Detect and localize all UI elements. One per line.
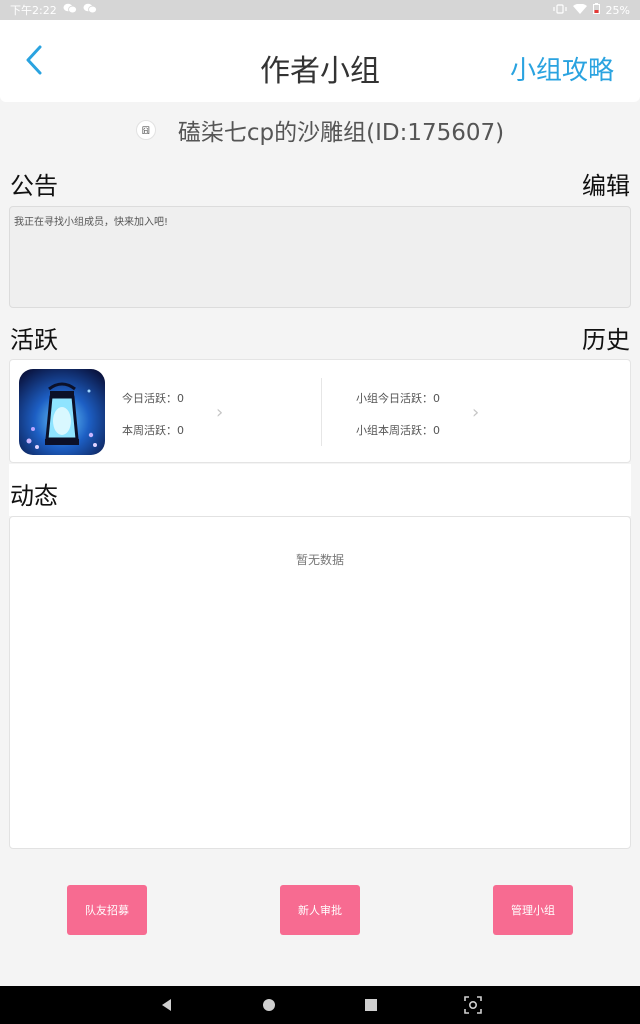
status-time: 下午2:22: [10, 4, 57, 17]
group-week-activity: 小组本周活跃：0: [356, 424, 440, 437]
today-activity: 今日活跃：0: [122, 392, 184, 405]
chevron-right-icon: ›: [216, 402, 224, 423]
battery-icon: [592, 3, 600, 17]
header: 作者小组 小组攻略: [0, 20, 640, 102]
screenshot-icon[interactable]: [463, 995, 483, 1015]
notice-box[interactable]: 我正在寻找小组成员，快来加入吧!: [9, 206, 631, 308]
status-bar: 下午2:22 25%: [0, 0, 640, 20]
recruit-button[interactable]: 队友招募: [67, 885, 147, 935]
notice-text: 我正在寻找小组成员，快来加入吧!: [14, 217, 169, 228]
group-activity[interactable]: 小组今日活跃：0 小组本周活跃：0 ›: [356, 384, 616, 444]
status-right: 25%: [552, 3, 630, 17]
wechat-icon: [63, 3, 77, 17]
group-name: 磕柒七cp的沙雕组(ID:175607): [177, 120, 505, 146]
review-button[interactable]: 新人审批: [280, 885, 360, 935]
vibrate-icon: [552, 3, 567, 17]
chevron-right-icon-2: ›: [472, 402, 480, 423]
manage-button[interactable]: 管理小组: [493, 885, 573, 935]
history-button[interactable]: 历史: [582, 320, 630, 355]
system-nav-bar: [0, 986, 640, 1024]
feed-list[interactable]: 暂无数据: [9, 516, 631, 849]
group-today-activity: 小组今日活跃：0: [356, 392, 440, 405]
wechat-icon-2: [83, 3, 97, 17]
nav-recents-icon[interactable]: [361, 995, 381, 1015]
activity-heading: 活跃: [10, 326, 58, 354]
feed-heading: 动态: [10, 482, 58, 510]
wifi-icon: [572, 3, 587, 17]
edit-notice-button[interactable]: 编辑: [582, 166, 630, 201]
group-info: 囧 磕柒七cp的沙雕组(ID:175607): [0, 110, 640, 150]
divider: [321, 378, 322, 446]
status-left: 下午2:22: [10, 2, 97, 18]
group-guide-link[interactable]: 小组攻略: [510, 50, 614, 87]
notice-heading: 公告: [10, 172, 58, 200]
nav-back-icon[interactable]: [157, 995, 177, 1015]
week-activity: 本周活跃：0: [122, 424, 184, 437]
empty-state-text: 暂无数据: [295, 553, 344, 567]
feed-header-bg: [9, 464, 631, 516]
group-avatar: 囧: [135, 120, 156, 140]
activity-card: 今日活跃：0 本周活跃：0 › 小组今日活跃：0 小组本周活跃：0 ›: [9, 359, 631, 463]
group-lantern-icon: [19, 369, 105, 455]
battery-percent: 25%: [605, 3, 630, 17]
nav-home-icon[interactable]: [259, 995, 279, 1015]
personal-activity[interactable]: 今日活跃：0 本周活跃：0 ›: [122, 384, 322, 444]
